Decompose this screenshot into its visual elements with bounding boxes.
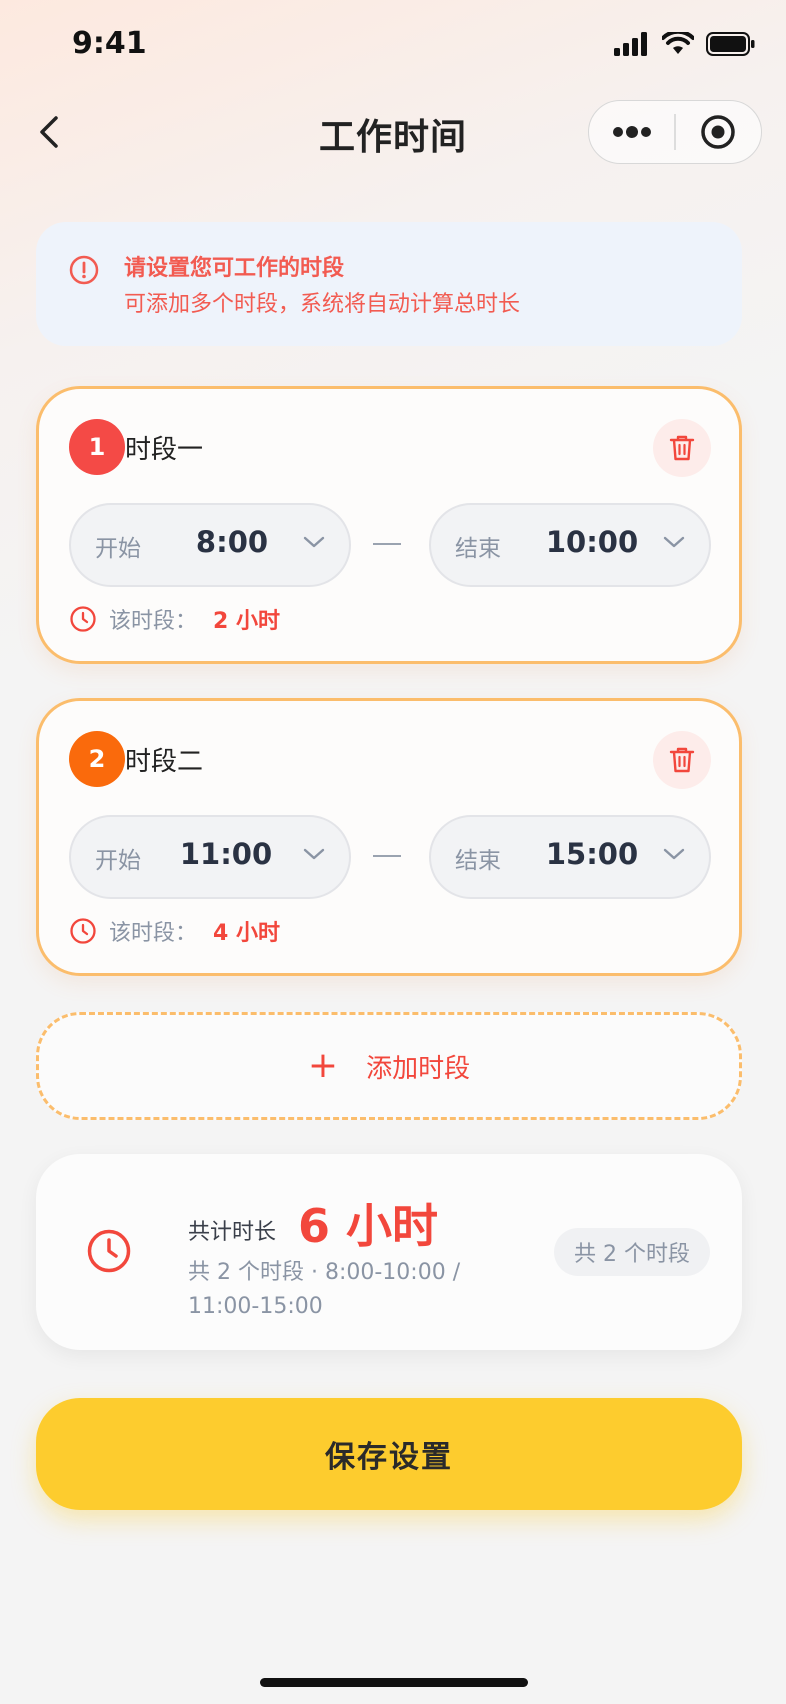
- range-separator: [373, 543, 401, 545]
- duration-label: 该时段：: [109, 609, 198, 634]
- end-time-picker[interactable]: 结束 15:00: [429, 815, 711, 899]
- home-indicator: [260, 1678, 528, 1687]
- start-label: 开始: [95, 536, 141, 562]
- period-index-badge: 1: [69, 419, 125, 475]
- end-time-picker[interactable]: 结束 10:00: [429, 503, 711, 587]
- alert-circle-icon: [69, 255, 99, 285]
- range-separator: [373, 855, 401, 857]
- notice-banner: 请设置您可工作的时段 可添加多个时段，系统将自动计算总时长: [36, 222, 742, 346]
- start-time-picker[interactable]: 开始 8:00: [69, 503, 351, 587]
- end-value: 15:00: [545, 837, 639, 871]
- period-title: 时段一: [125, 435, 204, 465]
- clock-icon: [70, 606, 96, 632]
- trash-icon: [669, 747, 695, 773]
- more-button[interactable]: [589, 101, 674, 163]
- period-duration: 该时段： 2 小时: [69, 603, 280, 635]
- start-label: 开始: [95, 848, 141, 874]
- chevron-down-icon: [663, 848, 685, 860]
- end-value: 10:00: [545, 525, 639, 559]
- wifi-icon: [662, 32, 694, 54]
- duration-value: 4 小时: [213, 921, 280, 946]
- period-index-badge: 2: [69, 731, 125, 787]
- period-card: 2 时段二 开始 11:00 结束 15:00 该时段： 4 小时: [36, 698, 742, 976]
- period-card: 1 时段一 开始 8:00 结束 10:00 该时段： 2 小时: [36, 386, 742, 664]
- mini-program-capsule: [588, 100, 762, 164]
- total-summary: 共 2 个时段 · 8:00-10:00 / 11:00-15:00: [188, 1260, 461, 1319]
- end-label: 结束: [455, 536, 501, 562]
- chevron-down-icon: [303, 848, 325, 860]
- delete-period-button[interactable]: [653, 419, 711, 477]
- duration-value: 2 小时: [213, 609, 280, 634]
- notice-subtitle: 可添加多个时段，系统将自动计算总时长: [124, 292, 521, 317]
- chevron-down-icon: [663, 536, 685, 548]
- period-title: 时段二: [125, 747, 204, 777]
- clock-icon: [87, 1229, 131, 1273]
- more-dots-icon: [612, 126, 651, 138]
- end-label: 结束: [455, 848, 501, 874]
- save-button[interactable]: 保存设置: [36, 1398, 742, 1510]
- status-time: 9:41: [72, 26, 147, 61]
- start-value: 11:00: [179, 837, 273, 871]
- duration-label: 该时段：: [109, 921, 198, 946]
- status-icons: [614, 32, 756, 56]
- notice-title: 请设置您可工作的时段: [124, 256, 345, 281]
- total-summary-card: 共计时长 6 小时 共 2 个时段 · 8:00-10:00 / 11:00-1…: [36, 1154, 742, 1350]
- chevron-down-icon: [303, 536, 325, 548]
- total-value: 6 小时: [298, 1199, 439, 1253]
- delete-period-button[interactable]: [653, 731, 711, 789]
- period-count-badge: 共 2 个时段: [554, 1228, 710, 1276]
- close-program-button[interactable]: [676, 101, 761, 163]
- add-period-label: 添加时段: [366, 1053, 471, 1084]
- target-icon: [701, 115, 736, 149]
- battery-icon: [706, 32, 755, 56]
- trash-icon: [669, 435, 695, 461]
- plus-icon: +: [307, 1045, 339, 1086]
- signal-icon: [614, 32, 647, 56]
- start-value: 8:00: [195, 525, 269, 559]
- start-time-picker[interactable]: 开始 11:00: [69, 815, 351, 899]
- period-duration: 该时段： 4 小时: [69, 915, 280, 947]
- add-period-button[interactable]: + 添加时段: [36, 1012, 742, 1120]
- total-label: 共计时长: [188, 1220, 277, 1245]
- clock-icon: [70, 918, 96, 944]
